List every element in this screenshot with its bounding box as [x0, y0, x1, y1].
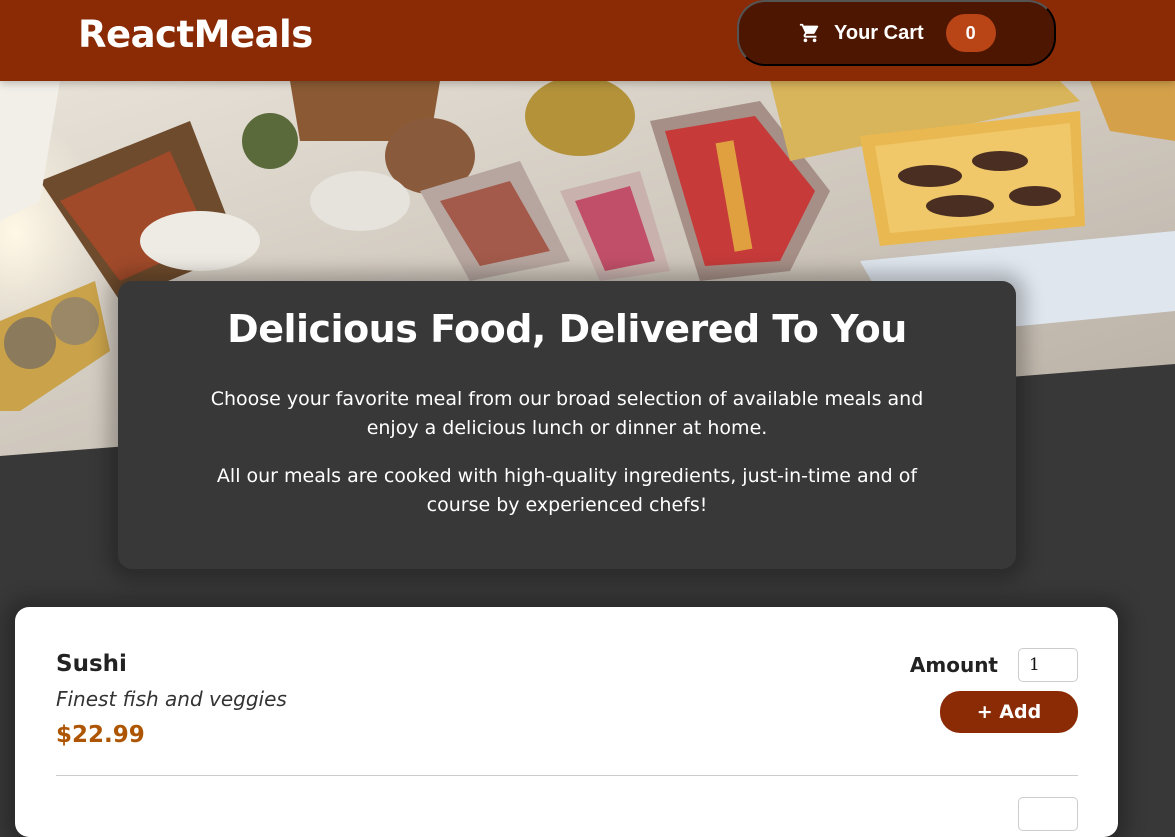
meals-list-card: Sushi Finest fish and veggies $22.99 Amo…	[15, 607, 1118, 837]
summary-panel: Delicious Food, Delivered To You Choose …	[118, 281, 1016, 569]
summary-paragraph-2: All our meals are cooked with high-quali…	[216, 465, 918, 516]
summary-paragraph-1: Choose your favorite meal from our broad…	[210, 388, 924, 439]
add-to-cart-button[interactable]: + Add	[940, 691, 1078, 733]
summary-title: Delicious Food, Delivered To You	[227, 307, 907, 351]
meal-add-form: Amount + Add	[878, 648, 1078, 733]
cart-count-badge: 0	[945, 14, 996, 52]
app-header: ReactMeals Your Cart 0	[0, 0, 1175, 81]
cart-button[interactable]: Your Cart 0	[737, 0, 1056, 66]
amount-label: Amount	[909, 653, 998, 677]
next-meal-amount-input[interactable]	[1018, 797, 1078, 831]
cart-icon	[799, 22, 821, 44]
cart-label: Your Cart	[834, 21, 924, 44]
app-logo: ReactMeals	[78, 13, 313, 56]
amount-input[interactable]	[1018, 648, 1078, 682]
meal-divider	[56, 775, 1078, 776]
meal-item: Sushi Finest fish and veggies $22.99 Amo…	[56, 648, 1078, 777]
